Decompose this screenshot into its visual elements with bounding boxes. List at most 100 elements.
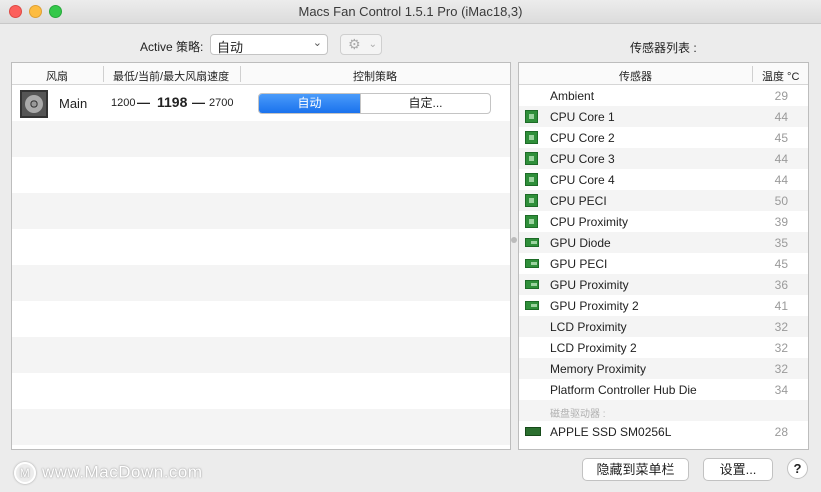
sensor-column-header[interactable]: 传感器 bbox=[519, 68, 752, 84]
active-policy-select[interactable]: 自动 ⌄ bbox=[210, 34, 328, 55]
sensor-row[interactable]: GPU PECI 45 bbox=[519, 253, 808, 274]
sensor-temperature: 50 bbox=[774, 194, 788, 208]
column-divider bbox=[240, 66, 241, 82]
gpu-chip-icon bbox=[525, 259, 539, 268]
sensor-table: 传感器 温度 °C Ambient 29 CPU Core 1 44 CPU Core … bbox=[518, 62, 809, 450]
sensor-row[interactable]: Ambient 29 bbox=[519, 85, 808, 106]
sensor-row[interactable]: LCD Proximity 2 32 bbox=[519, 337, 808, 358]
sensor-row[interactable]: CPU Core 1 44 bbox=[519, 106, 808, 127]
sensor-name: CPU Core 1 bbox=[550, 110, 615, 124]
sensor-table-header: 传感器 温度 °C bbox=[519, 63, 808, 85]
fan-column-header[interactable]: 风扇 bbox=[46, 68, 68, 84]
sensor-row[interactable]: GPU Proximity 2 41 bbox=[519, 295, 808, 316]
sensor-row[interactable]: CPU Core 3 44 bbox=[519, 148, 808, 169]
policy-options-button[interactable]: ⚙ ⌄ bbox=[340, 34, 382, 55]
sensor-temperature: 32 bbox=[774, 362, 788, 376]
help-button[interactable]: ? bbox=[787, 458, 808, 479]
empty-row bbox=[12, 409, 510, 445]
sensor-row[interactable]: APPLE SSD SM0256L 28 bbox=[519, 421, 808, 442]
sensor-name: Memory Proximity bbox=[550, 362, 647, 376]
sensor-row[interactable]: GPU Proximity 36 bbox=[519, 274, 808, 295]
sensor-temperature: 28 bbox=[774, 425, 788, 439]
fan-table: 风扇 最低/当前/最大风扇速度 控制策略 Main 1200 — 1198 — … bbox=[11, 62, 511, 450]
title-bar: Macs Fan Control 1.5.1 Pro (iMac18,3) bbox=[0, 0, 821, 24]
sensor-temperature: 45 bbox=[774, 257, 788, 271]
temperature-column-header[interactable]: 温度 °C bbox=[762, 68, 799, 84]
settings-button[interactable]: 设置... bbox=[703, 458, 773, 481]
ssd-chip-icon bbox=[525, 427, 541, 436]
sensor-name: CPU Proximity bbox=[550, 215, 629, 229]
fan-min-speed: 1200 bbox=[111, 97, 136, 109]
sensor-temperature: 32 bbox=[774, 320, 788, 334]
chevron-down-icon: ⌄ bbox=[312, 37, 322, 49]
empty-row bbox=[12, 337, 510, 373]
split-view-handle[interactable] bbox=[511, 237, 517, 243]
sensor-temperature: 45 bbox=[774, 131, 788, 145]
sensor-name: CPU Core 2 bbox=[550, 131, 615, 145]
sensor-temperature: 39 bbox=[774, 215, 788, 229]
sensor-list-label: 传感器列表 : bbox=[630, 41, 697, 55]
fan-row-main[interactable]: Main 1200 — 1198 — 2700 自动 自定... bbox=[12, 85, 510, 121]
fan-rows: Main 1200 — 1198 — 2700 自动 自定... bbox=[12, 85, 510, 445]
sensor-row[interactable]: LCD Proximity 32 bbox=[519, 316, 808, 337]
sensor-row[interactable]: CPU Core 4 44 bbox=[519, 169, 808, 190]
sensor-row[interactable]: CPU Proximity 39 bbox=[519, 211, 808, 232]
chevron-down-icon: ⌄ bbox=[368, 39, 377, 50]
fan-icon bbox=[20, 90, 48, 118]
empty-row bbox=[12, 193, 510, 229]
sensor-name: CPU Core 4 bbox=[550, 173, 615, 187]
mode-custom-button[interactable]: 自定... bbox=[360, 94, 490, 113]
empty-row bbox=[12, 301, 510, 337]
sensor-name: APPLE SSD SM0256L bbox=[550, 425, 672, 439]
hide-to-menubar-button[interactable]: 隐藏到菜单栏 bbox=[582, 458, 689, 481]
sensor-temperature: 29 bbox=[774, 89, 788, 103]
watermark-logo-icon: M bbox=[14, 462, 36, 484]
active-policy-value: 自动 bbox=[217, 40, 244, 55]
empty-row bbox=[12, 229, 510, 265]
sensor-name: LCD Proximity 2 bbox=[550, 341, 637, 355]
sensor-row[interactable]: CPU PECI 50 bbox=[519, 190, 808, 211]
control-mode-segmented: 自动 自定... bbox=[258, 93, 491, 114]
watermark: Mwww.MacDown.com bbox=[14, 462, 203, 484]
sensor-temperature: 44 bbox=[774, 152, 788, 166]
cpu-chip-icon bbox=[525, 173, 538, 186]
empty-row bbox=[12, 265, 510, 301]
speed-column-header[interactable]: 最低/当前/最大风扇速度 bbox=[113, 68, 229, 84]
fan-current-speed: 1198 bbox=[157, 94, 188, 110]
fan-name: Main bbox=[59, 96, 88, 111]
sensor-group-header: 磁盘驱动器 : bbox=[519, 400, 808, 421]
sensor-row[interactable]: Memory Proximity 32 bbox=[519, 358, 808, 379]
active-policy-label: Active 策略: bbox=[140, 40, 204, 54]
sensor-rows: Ambient 29 CPU Core 1 44 CPU Core 2 45 CPU Cor… bbox=[519, 85, 808, 442]
empty-row bbox=[12, 373, 510, 409]
mode-auto-button[interactable]: 自动 bbox=[259, 94, 360, 113]
control-column-header[interactable]: 控制策略 bbox=[353, 68, 397, 84]
sensor-temperature: 36 bbox=[774, 278, 788, 292]
sensor-name: CPU Core 3 bbox=[550, 152, 615, 166]
sensor-name: GPU PECI bbox=[550, 257, 608, 271]
sensor-temperature: 44 bbox=[774, 173, 788, 187]
gpu-chip-icon bbox=[525, 280, 539, 289]
empty-row bbox=[12, 121, 510, 157]
fan-max-speed: 2700 bbox=[209, 97, 234, 109]
sensor-row[interactable]: Platform Controller Hub Die 34 bbox=[519, 379, 808, 400]
column-divider bbox=[752, 66, 753, 82]
speed-separator: — bbox=[137, 95, 150, 110]
gear-icon: ⚙ bbox=[348, 36, 361, 52]
sensor-name: GPU Diode bbox=[550, 236, 611, 250]
sensor-temperature: 44 bbox=[774, 110, 788, 124]
gpu-chip-icon bbox=[525, 301, 539, 310]
sensor-temperature: 34 bbox=[774, 383, 788, 397]
gpu-chip-icon bbox=[525, 238, 539, 247]
window-title: Macs Fan Control 1.5.1 Pro (iMac18,3) bbox=[298, 4, 523, 19]
sensor-row[interactable]: CPU Core 2 45 bbox=[519, 127, 808, 148]
empty-row bbox=[12, 157, 510, 193]
sensor-name: GPU Proximity bbox=[550, 278, 629, 292]
sensor-temperature: 35 bbox=[774, 236, 788, 250]
sensor-row[interactable]: GPU Diode 35 bbox=[519, 232, 808, 253]
column-divider bbox=[103, 66, 104, 82]
sensor-group-label: 磁盘驱动器 : bbox=[550, 409, 606, 420]
sensor-name: Platform Controller Hub Die bbox=[550, 383, 697, 397]
sensor-name: LCD Proximity bbox=[550, 320, 627, 334]
cpu-chip-icon bbox=[525, 152, 538, 165]
